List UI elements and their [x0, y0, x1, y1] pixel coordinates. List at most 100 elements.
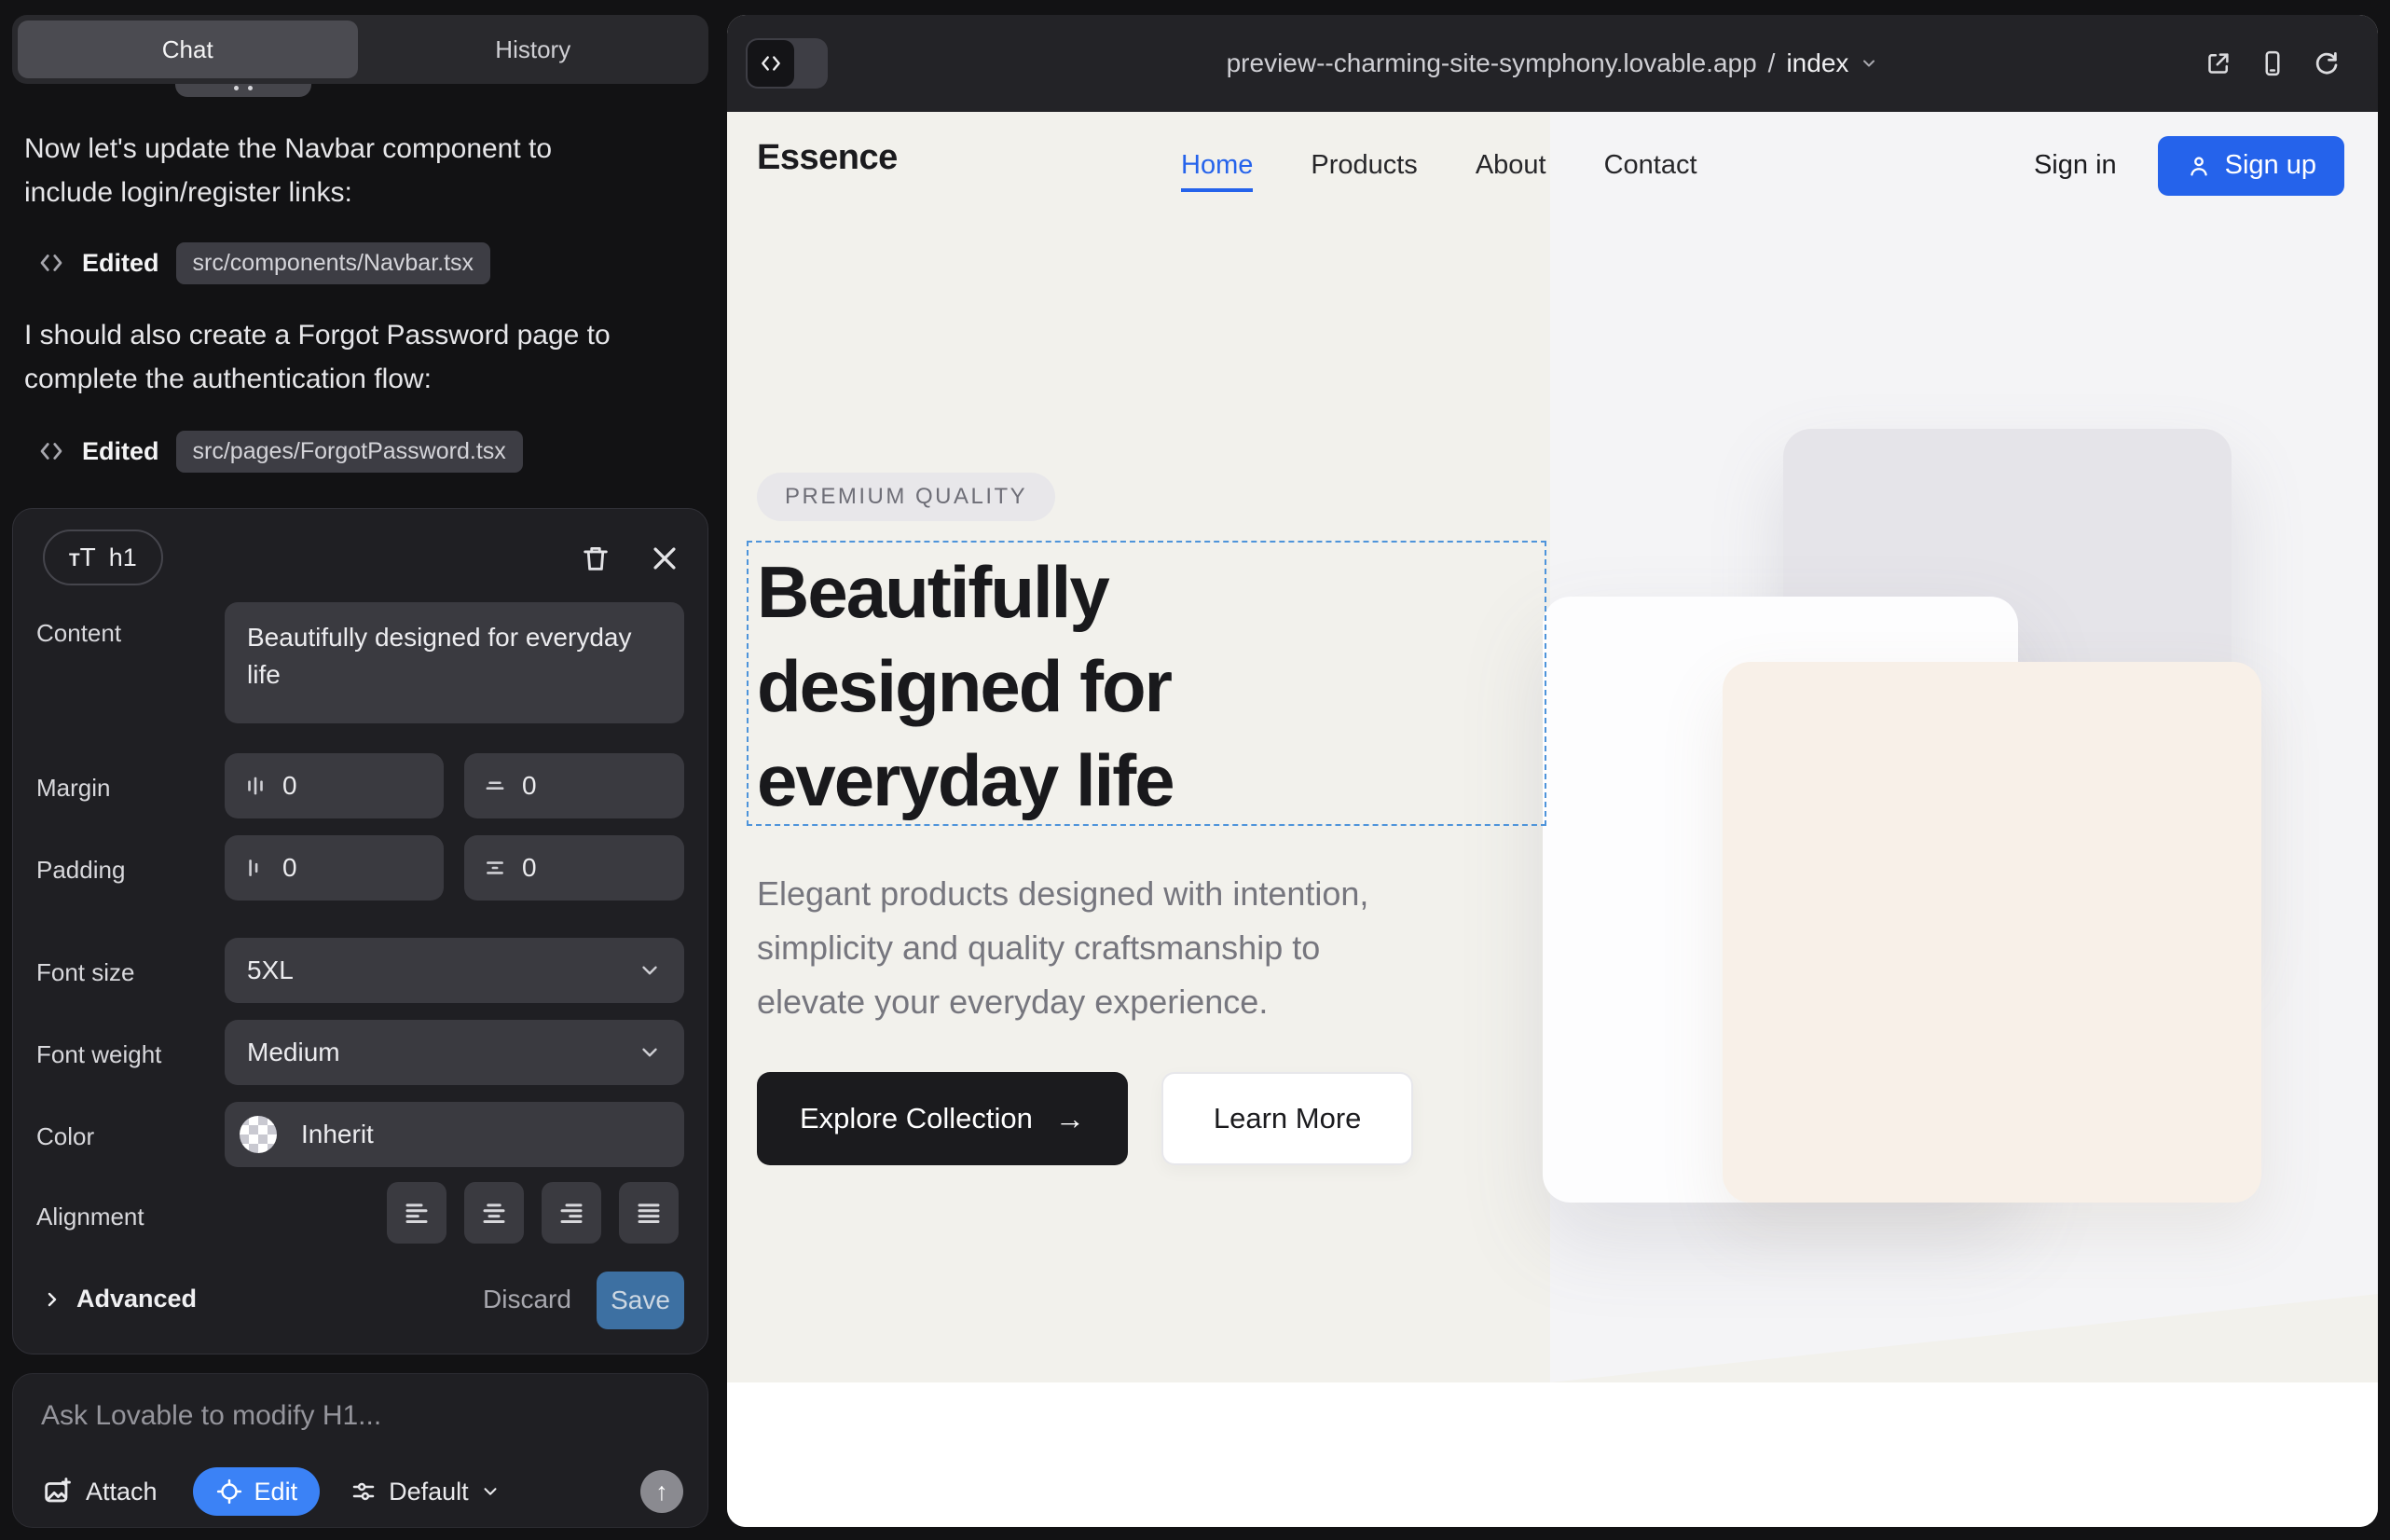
composer-input[interactable]: Ask Lovable to modify H1...	[41, 1400, 675, 1432]
color-swatch-icon	[240, 1116, 277, 1153]
edited-file-row: Edited src/components/Navbar.tsx	[37, 242, 490, 283]
explore-collection-button[interactable]: Explore Collection →	[757, 1072, 1128, 1165]
person-icon	[2186, 153, 2212, 179]
advanced-label: Advanced	[76, 1285, 197, 1313]
sign-in-link[interactable]: Sign in	[2034, 150, 2117, 181]
target-icon	[215, 1478, 243, 1506]
padding-y-input[interactable]: 0	[464, 835, 684, 901]
nav-link-home[interactable]: Home	[1181, 150, 1253, 192]
site-preview: Essence Home Products About Contact Sign…	[727, 112, 2378, 1527]
lovable-app: Chat History Now let's update the Navbar…	[0, 0, 2390, 1540]
url-separator: /	[1768, 48, 1776, 78]
selected-element-pill[interactable]: TT h1	[43, 529, 163, 585]
font-weight-value: Medium	[247, 1038, 340, 1067]
chat-message: Now let's update the Navbar component to…	[24, 127, 690, 214]
font-weight-select[interactable]: Medium	[225, 1020, 684, 1085]
hero-paragraph-line: simplicity and quality craftsmanship to	[757, 921, 1368, 975]
color-value: Inherit	[301, 1120, 374, 1149]
tab-history[interactable]: History	[364, 21, 704, 78]
margin-y-value: 0	[522, 771, 537, 801]
sign-up-button[interactable]: Sign up	[2158, 136, 2344, 196]
color-label: Color	[36, 1122, 94, 1151]
hero-paragraph-line: elevate your everyday experience.	[757, 975, 1368, 1029]
chevron-down-icon	[638, 1040, 662, 1065]
mode-label: Default	[389, 1478, 469, 1506]
sidebar-tabbar: Chat History	[12, 15, 708, 84]
open-external-icon[interactable]	[2205, 49, 2232, 77]
discard-button[interactable]: Discard	[483, 1285, 571, 1314]
decorative-card-cream	[1723, 662, 2261, 1203]
padding-horizontal-icon	[243, 856, 268, 880]
learn-more-button[interactable]: Learn More	[1161, 1072, 1414, 1165]
margin-x-input[interactable]: 0	[225, 753, 444, 818]
file-chip[interactable]: src/pages/ForgotPassword.tsx	[176, 431, 523, 473]
element-editor-panel: TT h1 Content Beautifully designed for e…	[12, 508, 708, 1354]
code-icon	[37, 249, 65, 277]
topbar-actions	[2205, 15, 2341, 112]
sliders-icon	[350, 1478, 378, 1506]
premium-quality-badge: PREMIUM QUALITY	[757, 473, 1055, 521]
edited-label: Edited	[82, 249, 159, 278]
url-host: preview--charming-site-symphony.lovable.…	[1227, 48, 1757, 78]
font-size-label: Font size	[36, 958, 135, 987]
edited-file-row: Edited src/pages/ForgotPassword.tsx	[37, 431, 523, 472]
alignment-label: Alignment	[36, 1203, 144, 1231]
h1-selection-outline[interactable]	[747, 541, 1546, 826]
hero-paragraph-line: Elegant products designed with intention…	[757, 867, 1368, 921]
delete-element-button[interactable]	[580, 543, 611, 574]
hero-paragraph: Elegant products designed with intention…	[757, 867, 1368, 1029]
composer-toolbar: Attach Edit Default	[41, 1467, 683, 1516]
edited-label: Edited	[82, 437, 159, 466]
padding-x-value: 0	[282, 853, 297, 883]
refresh-icon[interactable]	[2313, 49, 2341, 77]
padding-vertical-icon	[483, 856, 507, 880]
arrow-up-icon: ↑	[655, 1478, 668, 1506]
site-brand[interactable]: Essence	[757, 138, 898, 178]
align-left-button[interactable]	[387, 1182, 446, 1244]
font-size-select[interactable]: 5XL	[225, 938, 684, 1003]
nav-auth: Sign in Sign up	[2034, 112, 2344, 219]
nav-link-contact[interactable]: Contact	[1604, 150, 1697, 181]
chat-message-line: I should also create a Forgot Password p…	[24, 313, 690, 357]
chat-sidebar: Chat History Now let's update the Navbar…	[0, 0, 727, 1540]
advanced-toggle[interactable]: Advanced	[41, 1285, 197, 1313]
send-button[interactable]: ↑	[640, 1470, 683, 1513]
url-bar[interactable]: preview--charming-site-symphony.lovable.…	[727, 15, 2378, 112]
nav-link-about[interactable]: About	[1476, 150, 1546, 181]
padding-y-value: 0	[522, 853, 537, 883]
margin-y-input[interactable]: 0	[464, 753, 684, 818]
font-size-value: 5XL	[247, 956, 294, 985]
chat-composer: Ask Lovable to modify H1... Attach Edit	[12, 1373, 708, 1528]
arrow-right-icon: →	[1055, 1102, 1085, 1136]
margin-horizontal-icon	[243, 774, 268, 798]
preview-topbar: preview--charming-site-symphony.lovable.…	[727, 15, 2378, 112]
padding-x-input[interactable]: 0	[225, 835, 444, 901]
nav-link-products[interactable]: Products	[1311, 150, 1417, 181]
chat-message-line: complete the authentication flow:	[24, 357, 690, 401]
tab-chat[interactable]: Chat	[18, 21, 358, 78]
chevron-right-icon	[41, 1288, 63, 1311]
align-right-button[interactable]	[542, 1182, 601, 1244]
align-center-button[interactable]	[464, 1182, 524, 1244]
mode-select[interactable]: Default	[350, 1478, 501, 1506]
typography-icon: TT	[69, 543, 96, 572]
font-weight-label: Font weight	[36, 1040, 161, 1069]
close-panel-icon[interactable]	[649, 543, 680, 574]
attach-button[interactable]: Attach	[41, 1476, 158, 1507]
content-field[interactable]: Beautifully designed for everyday life	[225, 602, 684, 723]
edit-mode-button[interactable]: Edit	[193, 1467, 321, 1516]
element-tag: h1	[109, 543, 137, 572]
sign-up-label: Sign up	[2225, 150, 2316, 181]
color-select[interactable]: Inherit	[225, 1102, 684, 1167]
file-chip[interactable]: src/components/Navbar.tsx	[176, 242, 491, 284]
content-label: Content	[36, 619, 121, 648]
chevron-down-icon	[638, 958, 662, 983]
mobile-view-icon[interactable]	[2259, 49, 2287, 77]
align-justify-button[interactable]	[619, 1182, 679, 1244]
url-page: index	[1786, 48, 1848, 78]
save-button[interactable]: Save	[597, 1272, 684, 1329]
chevron-down-icon	[1860, 54, 1878, 73]
chat-message-line: include login/register links:	[24, 171, 690, 214]
chat-message: I should also create a Forgot Password p…	[24, 313, 690, 401]
chat-message-line: Now let's update the Navbar component to	[24, 127, 690, 171]
